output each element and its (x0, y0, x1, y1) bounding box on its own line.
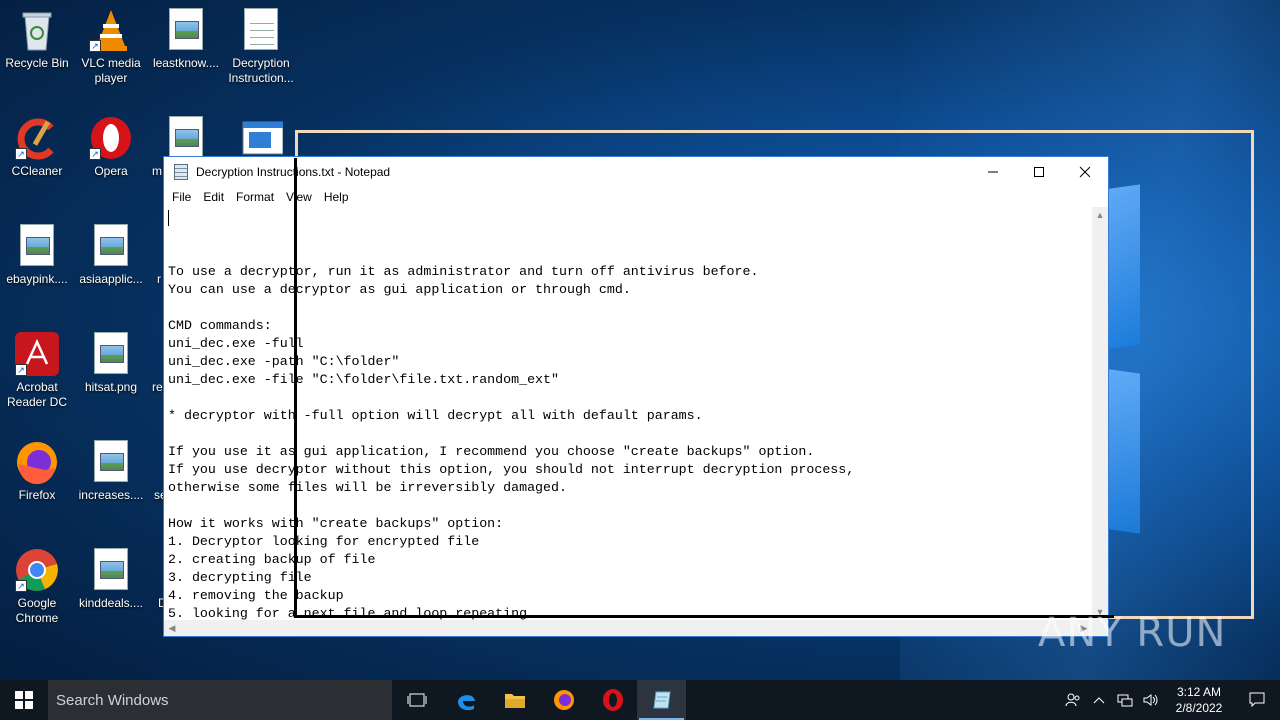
desktop-icon-ebaypink[interactable]: ebaypink.... (1, 224, 73, 287)
desktop-icon-decryption-instructions[interactable]: Decryption Instruction... (225, 8, 297, 86)
desktop-icon-asiaapplic[interactable]: asiaapplic... (75, 224, 147, 287)
opera-icon: ↗ (89, 116, 133, 160)
acrobat-icon: ↗ (15, 332, 59, 376)
menu-edit[interactable]: Edit (197, 190, 230, 204)
desktop-icon-increases[interactable]: increases.... (75, 440, 147, 503)
start-button[interactable] (0, 680, 48, 720)
image-file-icon (89, 548, 133, 592)
image-file-icon (164, 8, 208, 52)
chevron-up-icon[interactable] (1086, 680, 1112, 720)
text-file-icon (239, 8, 283, 52)
file-explorer-icon (504, 694, 525, 708)
search-box[interactable]: Search Windows (48, 680, 392, 720)
taskbar-file-explorer[interactable] (490, 680, 539, 720)
desktop-icon-kinddeals[interactable]: kinddeals.... (75, 548, 147, 611)
desktop-icon-firefox[interactable]: Firefox (1, 440, 73, 503)
people-icon[interactable] (1060, 680, 1086, 720)
edge-icon (457, 695, 475, 711)
taskbar: Search Windows 3:12 AM 2/8/2022 (0, 680, 1280, 720)
menu-file[interactable]: File (166, 190, 197, 204)
desktop-icon-leastknow[interactable]: leastknow.... (150, 8, 222, 71)
notepad-icon (652, 691, 671, 709)
desktop-icon-ccleaner[interactable]: ↗ CCleaner (1, 116, 73, 179)
desktop-icon-chrome[interactable]: ↗ Google Chrome (1, 548, 73, 626)
image-file-icon (164, 116, 208, 160)
image-file-icon (89, 440, 133, 484)
task-view-icon (407, 693, 426, 707)
text-caret (168, 210, 169, 226)
desktop-icon-hitsat[interactable]: hitsat.png (75, 332, 147, 395)
system-tray: 3:12 AM 2/8/2022 (1060, 680, 1280, 720)
opera-icon (602, 689, 623, 711)
desktop-icon-opera[interactable]: ↗ Opera (75, 116, 147, 179)
overlay-black-outline (294, 158, 1114, 618)
firefox-icon (553, 690, 574, 710)
windows-start-icon (15, 691, 33, 709)
network-icon[interactable] (1112, 680, 1138, 720)
clock-date: 2/8/2022 (1175, 701, 1223, 715)
anyrun-watermark: ANY RUN (1038, 610, 1227, 656)
application-window-icon (239, 116, 284, 160)
taskbar-opera[interactable] (588, 680, 637, 720)
desktop-icon-acrobat[interactable]: ↗ Acrobat Reader DC (1, 332, 73, 410)
search-placeholder: Search Windows (56, 691, 169, 709)
image-file-icon (89, 332, 133, 376)
task-view-button[interactable] (392, 680, 441, 720)
vlc-icon: ↗ (89, 8, 133, 52)
chrome-icon: ↗ (15, 548, 59, 592)
firefox-icon (15, 440, 59, 485)
desktop-icon-vlc[interactable]: ↗ VLC media player (75, 8, 147, 86)
taskbar-clock[interactable]: 3:12 AM 2/8/2022 (1164, 684, 1234, 716)
volume-icon[interactable] (1138, 680, 1164, 720)
horizontal-scrollbar[interactable]: ◀ ▶ (164, 620, 1092, 636)
ccleaner-icon: ↗ (15, 116, 59, 160)
taskbar-edge[interactable] (441, 680, 490, 720)
image-file-icon (89, 224, 133, 268)
recycle-bin-icon (15, 8, 59, 52)
taskbar-firefox[interactable] (539, 680, 588, 720)
taskbar-notepad[interactable] (637, 680, 686, 720)
notepad-icon (174, 164, 188, 180)
scroll-left-icon[interactable]: ◀ (164, 620, 180, 636)
image-file-icon (15, 224, 59, 268)
menu-format[interactable]: Format (230, 190, 280, 204)
clock-time: 3:12 AM (1176, 685, 1222, 699)
action-center-button[interactable] (1234, 680, 1280, 720)
desktop-icon-recycle-bin[interactable]: Recycle Bin (1, 8, 73, 71)
notification-icon (1249, 692, 1265, 708)
